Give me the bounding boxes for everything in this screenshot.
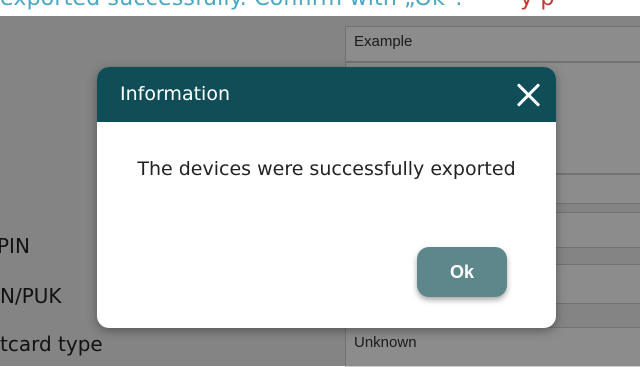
ok-button[interactable]: Ok	[417, 247, 507, 297]
instruction-text: exported successfully. Confirm with „Ok"…	[0, 0, 640, 16]
instruction-trailing: y p	[520, 0, 555, 11]
dialog-message: The devices were successfully exported	[137, 158, 516, 180]
instruction-main: exported successfully. Confirm with „Ok"…	[0, 0, 463, 11]
dialog-header: Information	[97, 67, 556, 122]
dialog-title: Information	[120, 83, 230, 105]
information-dialog: Information The devices were successfull…	[97, 67, 556, 328]
close-icon[interactable]	[514, 80, 542, 108]
